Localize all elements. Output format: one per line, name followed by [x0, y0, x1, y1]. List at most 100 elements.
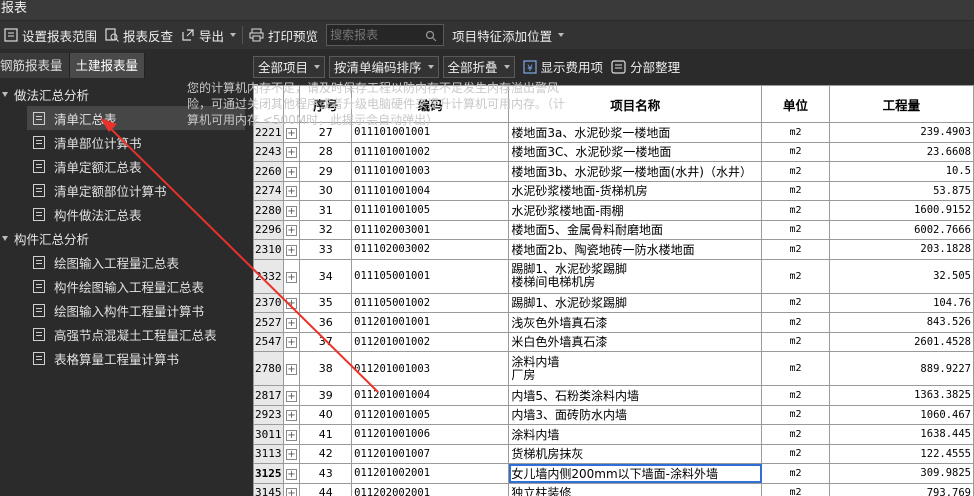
unit-cell[interactable]: m2: [761, 161, 830, 182]
name-cell[interactable]: 楼地面5、金属骨料耐磨地面: [508, 219, 763, 240]
name-cell[interactable]: 踢脚1、水泥砂浆踢脚: [508, 292, 763, 313]
table-row[interactable]: 2332 +34 011105001001 踢脚1、水泥砂浆踢脚 楼梯间电梯机房 m2 32…: [253, 258, 974, 294]
name-cell[interactable]: 楼地面3C、水泥砂浆一楼地面: [508, 141, 763, 162]
qty-cell[interactable]: 1363.3825: [828, 385, 974, 406]
seq-cell[interactable]: 28: [299, 141, 353, 162]
tree-item-component-drawing-summary[interactable]: 构件绘图输入工程量汇总表: [0, 274, 250, 298]
feature-position-dropdown[interactable]: 项目特征添加位置: [448, 24, 568, 46]
name-cell[interactable]: 米白色外墙真石漆: [508, 331, 763, 352]
tree-item-bill-quota-position-calc[interactable]: 清单定额部位计算书: [0, 178, 250, 202]
unit-cell[interactable]: m2: [761, 443, 830, 464]
expand-plus-icon[interactable]: +: [285, 364, 297, 375]
name-cell[interactable]: 楼地面3b、水泥砂浆一楼地面(水井)（水井）: [508, 161, 763, 182]
code-cell[interactable]: 011102003001: [351, 219, 510, 240]
tree-item-drawing-quantity-summary[interactable]: 绘图输入工程量汇总表: [0, 250, 250, 274]
name-cell[interactable]: 涂料内墙 厂房: [508, 351, 763, 386]
seq-cell[interactable]: 35: [299, 292, 353, 313]
unit-cell[interactable]: m2: [761, 258, 830, 294]
expand-cell[interactable]: +: [282, 141, 301, 162]
expand-cell[interactable]: +: [282, 239, 301, 260]
expand-plus-icon[interactable]: +: [285, 468, 297, 480]
expand-plus-icon[interactable]: +: [285, 298, 297, 310]
expand-plus-icon[interactable]: +: [285, 244, 297, 256]
table-row[interactable]: 2817 +39 011201001004 内墙5、石粉类涂料内墙 m2 1363.382…: [253, 385, 974, 406]
name-cell[interactable]: 独立柱装修: [508, 482, 763, 496]
report-check-button[interactable]: 报表反查: [101, 24, 177, 46]
expand-cell[interactable]: +: [282, 180, 301, 201]
unit-cell[interactable]: m2: [761, 331, 830, 352]
qty-cell[interactable]: 1600.9152: [828, 200, 974, 221]
seq-cell[interactable]: 39: [299, 385, 353, 406]
expand-plus-icon[interactable]: +: [285, 166, 297, 178]
table-row[interactable]: 2527 +36 011201001001 浅灰色外墙真石漆 m2 843.526: [253, 312, 974, 333]
unit-cell[interactable]: m2: [761, 141, 830, 162]
table-row[interactable]: 3113 +42 011201001007 货梯机房抹灰 m2 122.4555: [253, 443, 974, 464]
fold-dropdown[interactable]: 全部折叠: [442, 55, 515, 78]
table-row[interactable]: 2243 +28 011101001002 楼地面3C、水泥砂浆一楼地面 m2 23.66…: [253, 141, 974, 162]
tree-item-drawing-component-calc[interactable]: 绘图输入构件工程量计算书: [0, 298, 250, 322]
unit-cell[interactable]: m2: [761, 292, 830, 313]
table-row[interactable]: 2780 +38 011201001003 涂料内墙 厂房 m2 889.9227: [253, 351, 974, 386]
name-cell[interactable]: 踢脚1、水泥砂浆踢脚 楼梯间电梯机房: [508, 258, 763, 294]
name-cell[interactable]: 货梯机房抹灰: [508, 443, 763, 464]
expand-plus-icon[interactable]: +: [285, 410, 297, 422]
qty-cell[interactable]: 793.769: [828, 482, 974, 496]
report-search-box[interactable]: [326, 24, 445, 46]
export-button[interactable]: 导出: [177, 24, 240, 46]
qty-cell[interactable]: 10.5: [828, 161, 974, 182]
code-cell[interactable]: 011101001005: [351, 200, 510, 221]
qty-cell[interactable]: 239.4903: [828, 122, 974, 143]
table-row[interactable]: 2296 +32 011102003001 楼地面5、金属骨料耐磨地面 m2 6002.7…: [253, 219, 974, 240]
expand-cell[interactable]: +: [282, 424, 301, 445]
qty-cell[interactable]: 843.526: [828, 312, 974, 333]
table-row[interactable]: 2310 +33 011102003002 楼地面2b、陶瓷地砖一防水楼地面 m2 203…: [253, 239, 974, 260]
expand-cell[interactable]: +: [282, 200, 301, 221]
qty-cell[interactable]: 6002.7666: [828, 219, 974, 240]
table-row[interactable]: 2547 +37 011201001002 米白色外墙真石漆 m2 2601.4528: [253, 331, 974, 352]
seq-cell[interactable]: 29: [299, 161, 353, 182]
code-cell[interactable]: 011201002001: [351, 463, 510, 484]
expand-cell[interactable]: +: [282, 482, 301, 496]
seq-cell[interactable]: 30: [299, 180, 353, 201]
seq-cell[interactable]: 41: [299, 424, 353, 445]
expand-cell[interactable]: +: [282, 161, 301, 182]
code-cell[interactable]: 011105001001: [351, 258, 510, 294]
code-cell[interactable]: 011201001004: [351, 385, 510, 406]
code-cell[interactable]: 011202002001: [351, 482, 510, 496]
tree-group-component-summary[interactable]: 构件汇总分析: [0, 226, 250, 250]
qty-cell[interactable]: 1060.467: [828, 404, 974, 425]
expand-plus-icon[interactable]: +: [285, 147, 297, 159]
unit-cell[interactable]: m2: [761, 404, 830, 425]
seq-cell[interactable]: 37: [299, 331, 353, 352]
expand-plus-icon[interactable]: +: [285, 317, 297, 329]
qty-cell[interactable]: 309.9825: [828, 463, 974, 484]
name-cell[interactable]: 水泥砂浆楼地面-货梯机房: [508, 180, 763, 201]
qty-cell[interactable]: 1638.445: [828, 424, 974, 445]
expand-plus-icon[interactable]: +: [285, 449, 297, 461]
qty-cell[interactable]: 2601.4528: [828, 331, 974, 352]
all-items-dropdown[interactable]: 全部项目: [253, 55, 326, 78]
code-cell[interactable]: 011201001003: [351, 351, 510, 386]
expand-plus-icon[interactable]: +: [285, 271, 297, 283]
seq-cell[interactable]: 43: [299, 463, 353, 484]
unit-cell[interactable]: m2: [761, 219, 830, 240]
search-icon[interactable]: [425, 30, 437, 42]
table-row[interactable]: 3011 +41 011201001006 涂料内墙 m2 1638.445: [253, 424, 974, 445]
unit-cell[interactable]: m2: [761, 482, 830, 496]
seq-cell[interactable]: 32: [299, 219, 353, 240]
expand-cell[interactable]: +: [282, 312, 301, 333]
name-cell[interactable]: 浅灰色外墙真石漆: [508, 312, 763, 333]
expand-plus-icon[interactable]: +: [285, 186, 297, 198]
seq-cell[interactable]: 38: [299, 351, 353, 386]
unit-cell[interactable]: m2: [761, 180, 830, 201]
unit-cell[interactable]: m2: [761, 424, 830, 445]
expand-cell[interactable]: +: [282, 258, 301, 294]
qty-cell[interactable]: 23.6608: [828, 141, 974, 162]
seq-cell[interactable]: 31: [299, 200, 353, 221]
print-preview-button[interactable]: 打印预览: [245, 24, 322, 46]
code-cell[interactable]: 011101001003: [351, 161, 510, 182]
code-cell[interactable]: 011201001006: [351, 424, 510, 445]
qty-cell[interactable]: 889.9227: [828, 351, 974, 386]
expand-cell[interactable]: +: [282, 463, 301, 484]
seq-cell[interactable]: 34: [299, 258, 353, 294]
